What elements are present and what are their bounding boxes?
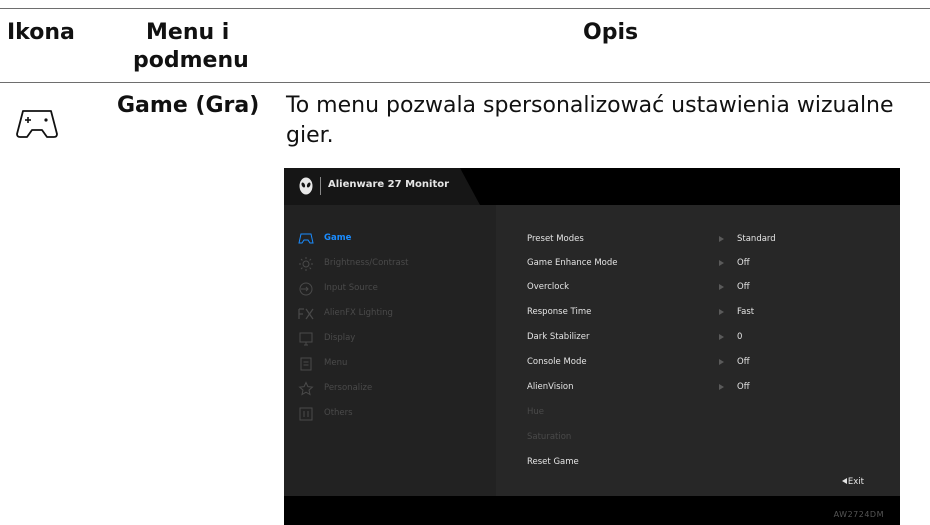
exit-label: Exit	[847, 477, 864, 487]
brightness-icon	[299, 257, 313, 271]
fx-icon	[298, 308, 314, 320]
exit-button[interactable]: Exit	[841, 477, 864, 487]
osd-title: Alienware 27 Monitor	[328, 179, 450, 190]
arrow-left-icon	[841, 478, 847, 484]
menu-game: Game (Gra)	[117, 93, 260, 118]
chevron-right-icon	[719, 384, 724, 390]
option-label: Reset Game	[527, 457, 579, 467]
chevron-right-icon	[719, 309, 724, 315]
nav-item-menu[interactable]: Menu	[298, 356, 488, 372]
model-name: AW2724DM	[833, 510, 884, 519]
nav-item-display[interactable]: Display	[298, 331, 488, 347]
option-value: Off	[737, 258, 750, 268]
nav-label-alienfx-lighting: AlienFX Lighting	[324, 308, 393, 318]
header-menu-line2: podmenu	[133, 48, 249, 73]
osd-footer: AW2724DM	[284, 496, 900, 525]
option-label: AlienVision	[527, 382, 574, 392]
nav-item-input-source[interactable]: Input Source	[298, 281, 488, 297]
option-console-mode[interactable]: Console Mode Off	[527, 357, 887, 371]
option-value: Off	[737, 382, 750, 392]
nav-label-others: Others	[324, 408, 353, 418]
option-hue: Hue	[527, 407, 887, 421]
header-bottom-rule	[0, 82, 930, 83]
others-icon	[299, 407, 313, 421]
option-value: Fast	[737, 307, 755, 317]
description-line2: gier.	[286, 123, 334, 148]
option-value: 0	[737, 332, 743, 342]
option-game-enhance-mode[interactable]: Game Enhance Mode Off	[527, 258, 887, 272]
osd-nav-panel: Game Brightness/Contrast Input Source Al…	[284, 205, 496, 496]
menu-icon	[300, 357, 312, 371]
nav-item-alienfx-lighting[interactable]: AlienFX Lighting	[298, 306, 488, 322]
option-response-time[interactable]: Response Time Fast	[527, 307, 887, 321]
nav-label-personalize: Personalize	[324, 383, 373, 393]
option-value: Off	[737, 357, 750, 367]
nav-label-input-source: Input Source	[324, 283, 378, 293]
nav-item-brightness-contrast[interactable]: Brightness/Contrast	[298, 256, 488, 272]
chevron-right-icon	[719, 236, 724, 242]
option-saturation: Saturation	[527, 432, 887, 446]
alienware-logo-icon	[299, 177, 313, 195]
option-label: Console Mode	[527, 357, 587, 367]
input-source-icon	[299, 282, 313, 296]
chevron-right-icon	[719, 359, 724, 365]
osd-title-tab: Alienware 27 Monitor	[284, 168, 480, 205]
nav-label-menu: Menu	[324, 358, 348, 368]
nav-label-game: Game	[324, 233, 352, 243]
option-value: Off	[737, 282, 750, 292]
option-label: Dark Stabilizer	[527, 332, 590, 342]
chevron-right-icon	[719, 334, 724, 340]
header-desc: Opis	[583, 20, 639, 45]
nav-item-others[interactable]: Others	[298, 406, 488, 422]
option-overclock[interactable]: Overclock Off	[527, 282, 887, 296]
option-label: Response Time	[527, 307, 592, 317]
option-alienvision[interactable]: AlienVision Off	[527, 382, 887, 396]
osd-menu-screenshot: Alienware 27 Monitor Game Brightness/Con…	[284, 168, 900, 525]
option-value: Standard	[737, 234, 776, 244]
nav-label-display: Display	[324, 333, 356, 343]
chevron-right-icon	[719, 284, 724, 290]
osd-options-panel: Preset Modes Standard Game Enhance Mode …	[496, 205, 900, 496]
star-icon	[298, 381, 314, 396]
gamepad-icon	[16, 110, 58, 138]
description-line1: To menu pozwala spersonalizować ustawien…	[286, 93, 894, 118]
chevron-right-icon	[719, 260, 724, 266]
table-top-rule	[0, 8, 930, 9]
nav-item-personalize[interactable]: Personalize	[298, 381, 488, 397]
header-menu-line1: Menu i	[146, 20, 230, 45]
option-label: Hue	[527, 407, 545, 417]
option-label: Saturation	[527, 432, 572, 442]
display-icon	[299, 332, 313, 346]
option-dark-stabilizer[interactable]: Dark Stabilizer 0	[527, 332, 887, 346]
nav-label-brightness-contrast: Brightness/Contrast	[324, 258, 409, 268]
option-label: Overclock	[527, 282, 570, 292]
option-label: Preset Modes	[527, 234, 584, 244]
nav-item-game[interactable]: Game	[298, 231, 488, 247]
option-preset-modes[interactable]: Preset Modes Standard	[527, 234, 887, 248]
header-icon: Ikona	[7, 20, 75, 45]
osd-title-separator	[320, 177, 321, 195]
gamepad-icon	[298, 233, 314, 244]
option-label: Game Enhance Mode	[527, 258, 618, 268]
option-reset-game[interactable]: Reset Game	[527, 457, 887, 471]
